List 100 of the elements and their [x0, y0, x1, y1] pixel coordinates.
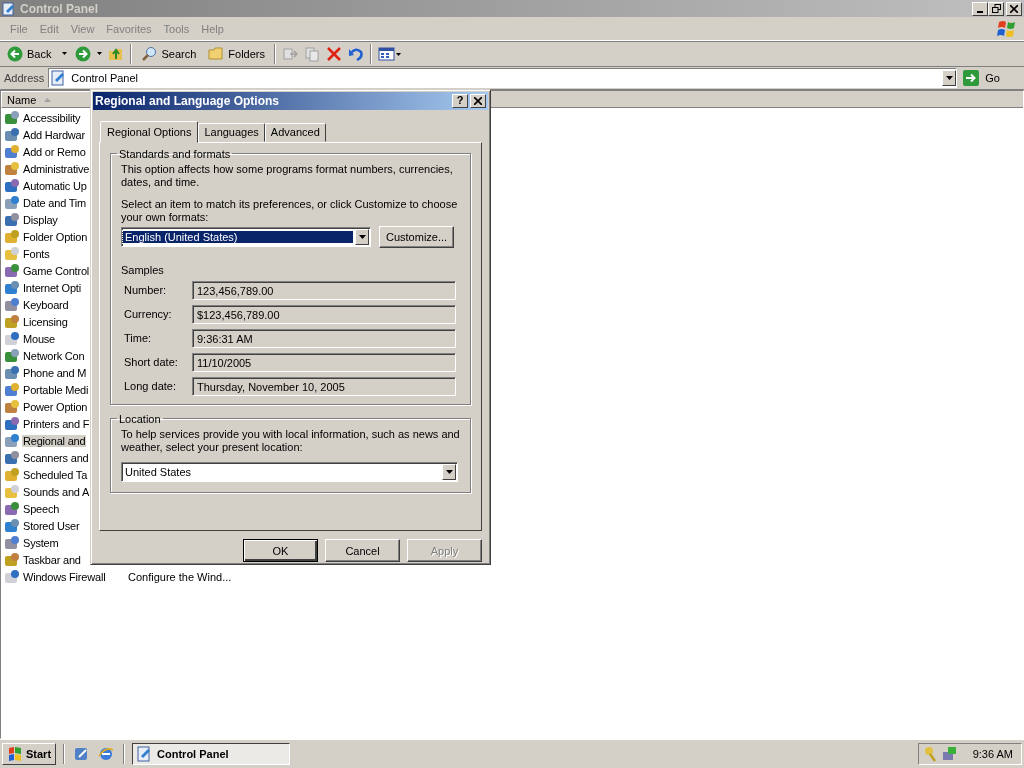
search-icon — [141, 45, 158, 62]
prompt-text: Select an item to match its preferences, or click Customize to choose your own formats: — [121, 197, 459, 224]
forward-icon[interactable] — [75, 45, 92, 62]
go-button[interactable]: Go — [961, 70, 1020, 86]
close-icon — [474, 96, 482, 105]
applet-icon — [4, 347, 20, 364]
sample-field: 123,456,789.00 — [192, 280, 456, 300]
list-item[interactable]: Sounds and A — [22, 485, 91, 498]
applet-icon — [4, 364, 20, 381]
description-text: To help services provide you with local information, such as news and weather, select your present location: — [121, 427, 460, 454]
format-dropdown[interactable]: English (United States) — [121, 226, 371, 247]
caret-icon[interactable] — [97, 52, 103, 55]
delete-icon[interactable] — [326, 45, 342, 62]
applet-icon — [4, 245, 20, 262]
applet-icon — [4, 126, 20, 143]
list-item[interactable]: Regional and — [22, 434, 87, 447]
minimize-button[interactable] — [972, 1, 988, 16]
tab[interactable]: Languages — [198, 122, 265, 142]
applet-icon — [4, 568, 20, 585]
views-icon[interactable] — [378, 45, 402, 62]
list-item[interactable]: Accessibility — [22, 111, 82, 124]
undo-icon[interactable] — [348, 45, 364, 62]
windows-logo-icon — [996, 19, 1018, 39]
browser-icon[interactable] — [98, 746, 115, 762]
applet-icon — [4, 398, 20, 415]
tab[interactable]: Advanced — [264, 122, 326, 142]
applet-icon — [4, 143, 20, 160]
dialog-button[interactable]: OK — [243, 539, 318, 562]
close-icon — [1010, 4, 1018, 13]
window-title: Control Panel — [20, 1, 99, 16]
applet-icon — [4, 517, 20, 534]
windows-logo-icon — [7, 747, 23, 761]
sample-field: 9:36:31 AM — [192, 328, 456, 348]
applet-icon — [4, 449, 20, 466]
list-item[interactable]: Display — [22, 213, 59, 226]
minimize-icon — [977, 10, 983, 13]
search-button[interactable]: Search — [138, 43, 200, 64]
customize-button[interactable]: Customize... — [379, 225, 454, 248]
applet-icon — [4, 262, 20, 279]
tab[interactable]: Regional Options — [100, 120, 199, 143]
comment-text: Configure the Wind... — [128, 570, 232, 583]
list-item[interactable]: Fonts — [22, 247, 51, 260]
list-item[interactable]: Add Hardwar — [22, 128, 86, 141]
list-item[interactable]: Mouse — [22, 332, 57, 345]
list-item[interactable]: Speech — [22, 502, 61, 515]
applet-icon — [4, 466, 20, 483]
caret-icon — [445, 469, 453, 474]
restore-icon — [991, 4, 1001, 13]
caret-icon — [945, 76, 953, 80]
list-item[interactable]: Automatic Up — [22, 179, 88, 192]
description-text: This option affects how some programs format numbers, currencies, dates, and time. — [121, 162, 454, 189]
list-item[interactable]: Keyboard — [22, 298, 70, 311]
taskbar-button[interactable]: Control Panel — [132, 743, 291, 765]
list-item[interactable]: Network Con — [22, 349, 86, 362]
list-item[interactable]: Portable Medi — [22, 383, 90, 396]
group-title: Location — [118, 412, 162, 425]
list-item[interactable]: Folder Option — [22, 230, 89, 243]
applet-icon — [4, 177, 20, 194]
restore-button[interactable] — [988, 1, 1004, 16]
help-button[interactable]: ? — [452, 93, 468, 108]
list-item[interactable]: Scheduled Ta — [22, 468, 89, 481]
back-icon — [7, 45, 23, 62]
list-item[interactable]: Power Option — [22, 400, 89, 413]
list-item[interactable]: Printers and F — [22, 417, 91, 430]
caret-icon — [358, 234, 366, 239]
applet-icon — [4, 483, 20, 500]
sample-label: Short date: — [123, 356, 179, 369]
sample-label: Currency: — [123, 308, 173, 321]
list-item[interactable]: Administrative — [22, 162, 91, 175]
list-item[interactable]: Date and Tim — [22, 196, 88, 209]
close-button[interactable] — [470, 93, 486, 108]
applet-icon — [4, 194, 20, 211]
list-item[interactable]: Windows Firewall — [22, 570, 107, 583]
list-item[interactable]: Add or Remo — [22, 145, 87, 158]
back-button[interactable]: Back — [4, 43, 55, 64]
applet-icon — [4, 160, 20, 177]
list-item[interactable]: Scanners and — [22, 451, 90, 464]
list-item[interactable]: Game Control — [22, 264, 91, 277]
dialog-button[interactable]: Cancel — [325, 539, 400, 562]
folders-button[interactable]: Folders — [205, 43, 268, 64]
caret-icon — [62, 52, 68, 55]
network-icon[interactable] — [941, 746, 958, 762]
clock: 9:36 AM — [972, 748, 1013, 760]
applet-icon — [4, 500, 20, 517]
start-button[interactable]: Start — [2, 743, 57, 765]
list-item[interactable]: Stored User — [22, 519, 81, 532]
address-label: Address — [4, 72, 45, 84]
location-dropdown[interactable]: United States — [121, 461, 458, 482]
applet-icon — [4, 551, 20, 568]
address-field[interactable]: Control Panel — [48, 68, 958, 88]
list-item[interactable]: System — [22, 536, 60, 549]
list-item[interactable]: Internet Opti — [22, 281, 82, 294]
list-item[interactable]: Taskbar and — [22, 553, 82, 566]
control-panel-icon — [2, 1, 16, 16]
samples-label: Samples — [121, 263, 165, 276]
close-button[interactable] — [1006, 1, 1022, 16]
applet-icon — [4, 415, 20, 432]
list-item[interactable]: Phone and M — [22, 366, 88, 379]
applet-icon — [4, 211, 20, 228]
list-item[interactable]: Licensing — [22, 315, 69, 328]
